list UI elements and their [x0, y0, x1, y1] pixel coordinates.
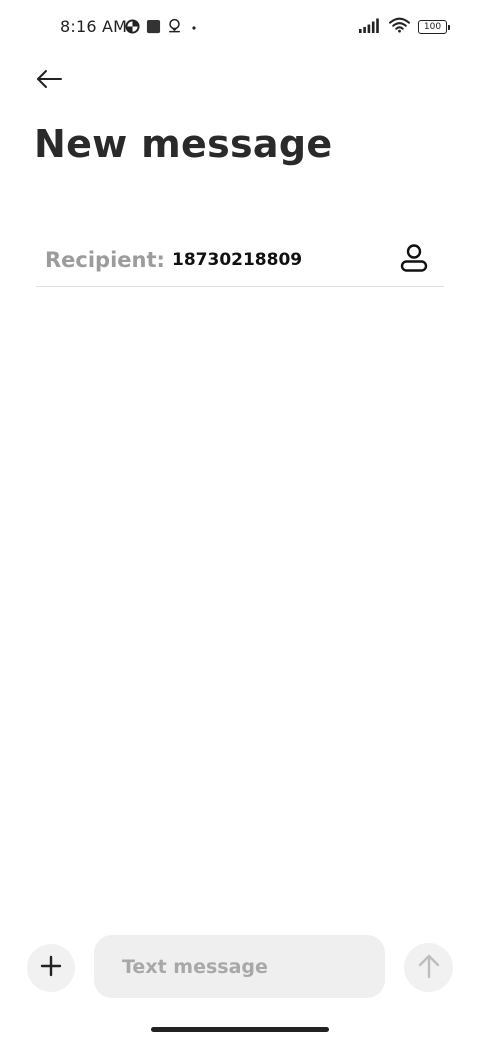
dot-icon	[188, 19, 200, 38]
plus-icon	[40, 955, 62, 981]
wifi-icon	[389, 17, 410, 37]
location-pin-icon	[167, 18, 182, 38]
attach-button[interactable]	[27, 944, 75, 992]
status-icons-right: 100	[359, 17, 450, 37]
status-bar: 8:16 AM 100	[0, 0, 480, 56]
recipient-row: Recipient:	[36, 234, 444, 287]
arrow-up-icon	[417, 953, 441, 983]
battery-level: 100	[418, 20, 447, 34]
square-app-icon	[146, 19, 161, 38]
message-input[interactable]	[94, 935, 385, 998]
battery-icon: 100	[418, 20, 450, 34]
back-button[interactable]	[30, 62, 68, 100]
arrow-left-icon	[35, 69, 63, 93]
contact-picker-button[interactable]	[398, 244, 430, 276]
status-time: 8:16 AM	[60, 17, 128, 36]
data-saver-icon	[125, 18, 140, 38]
send-button[interactable]	[404, 943, 453, 992]
status-icons-left	[125, 18, 200, 38]
home-indicator[interactable]	[151, 1027, 329, 1032]
page-title: New message	[34, 122, 333, 166]
signal-icon	[359, 18, 381, 37]
recipient-label: Recipient:	[45, 248, 165, 272]
person-icon	[400, 243, 428, 277]
battery-tip	[448, 24, 450, 30]
recipient-input[interactable]	[172, 250, 372, 270]
